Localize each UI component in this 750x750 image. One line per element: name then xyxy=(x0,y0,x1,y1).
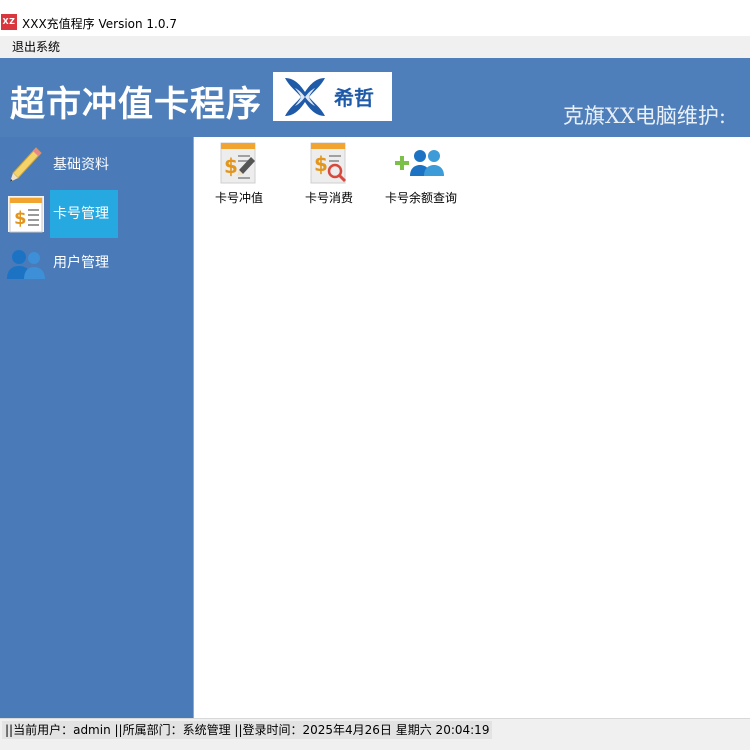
sidebar: 基础资料 $ 卡号管理 用户管理 xyxy=(0,137,194,718)
sidebar-item-label: 基础资料 xyxy=(53,157,109,173)
users-icon xyxy=(7,250,45,279)
main-content: $ 卡号冲值 $ 卡号消费 卡号余额查询 xyxy=(194,137,750,718)
app-logo-icon: XZ xyxy=(1,14,17,30)
logo-x-icon xyxy=(285,78,325,116)
money-document-search-icon: $ xyxy=(310,142,347,184)
app-window: XZ XXX充值程序 Version 1.0.7 退出系统 超市冲值卡程序 希哲… xyxy=(0,0,750,750)
money-document-icon: $ xyxy=(8,196,44,233)
menu-bar: 退出系统 xyxy=(0,36,750,58)
logo-text: 希哲 xyxy=(334,86,374,110)
app-banner-title: 超市冲值卡程序 xyxy=(10,85,263,125)
status-bar: ||当前用户：admin ||所属部门：系统管理 ||登录时间：2025年4月2… xyxy=(0,718,750,750)
title-bar: XZ XXX充值程序 Version 1.0.7 xyxy=(0,0,750,36)
card-balance-query-button[interactable]: 卡号余额查询 xyxy=(376,139,466,209)
pencil-icon xyxy=(10,147,42,182)
sidebar-item-label: 卡号管理 xyxy=(50,190,118,238)
sidebar-item-card-management[interactable]: $ 卡号管理 xyxy=(0,190,193,238)
tile-label: 卡号消费 xyxy=(304,191,353,205)
svg-text:$: $ xyxy=(224,154,238,178)
svg-text:$: $ xyxy=(314,152,328,176)
maintainer-label: 克旗XX电脑维护: xyxy=(563,104,726,128)
svg-text:$: $ xyxy=(14,208,27,229)
window-title: XXX充值程序 Version 1.0.7 xyxy=(22,17,177,31)
sidebar-item-user-management[interactable]: 用户管理 xyxy=(0,239,193,287)
add-users-icon xyxy=(395,150,444,176)
header-banner: 超市冲值卡程序 希哲 克旗XX电脑维护: xyxy=(0,58,750,137)
card-recharge-button[interactable]: $ 卡号冲值 xyxy=(194,139,284,209)
card-consumption-button[interactable]: $ 卡号消费 xyxy=(284,139,374,209)
status-info: ||当前用户：admin ||所属部门：系统管理 ||登录时间：2025年4月2… xyxy=(2,721,493,739)
company-logo: 希哲 xyxy=(273,72,392,121)
sidebar-item-label: 用户管理 xyxy=(53,255,109,271)
sidebar-item-basic-data[interactable]: 基础资料 xyxy=(0,141,193,189)
money-document-pen-icon: $ xyxy=(220,142,256,184)
tile-label: 卡号冲值 xyxy=(214,191,263,205)
menu-exit-system[interactable]: 退出系统 xyxy=(6,36,66,58)
tile-label: 卡号余额查询 xyxy=(384,191,457,205)
